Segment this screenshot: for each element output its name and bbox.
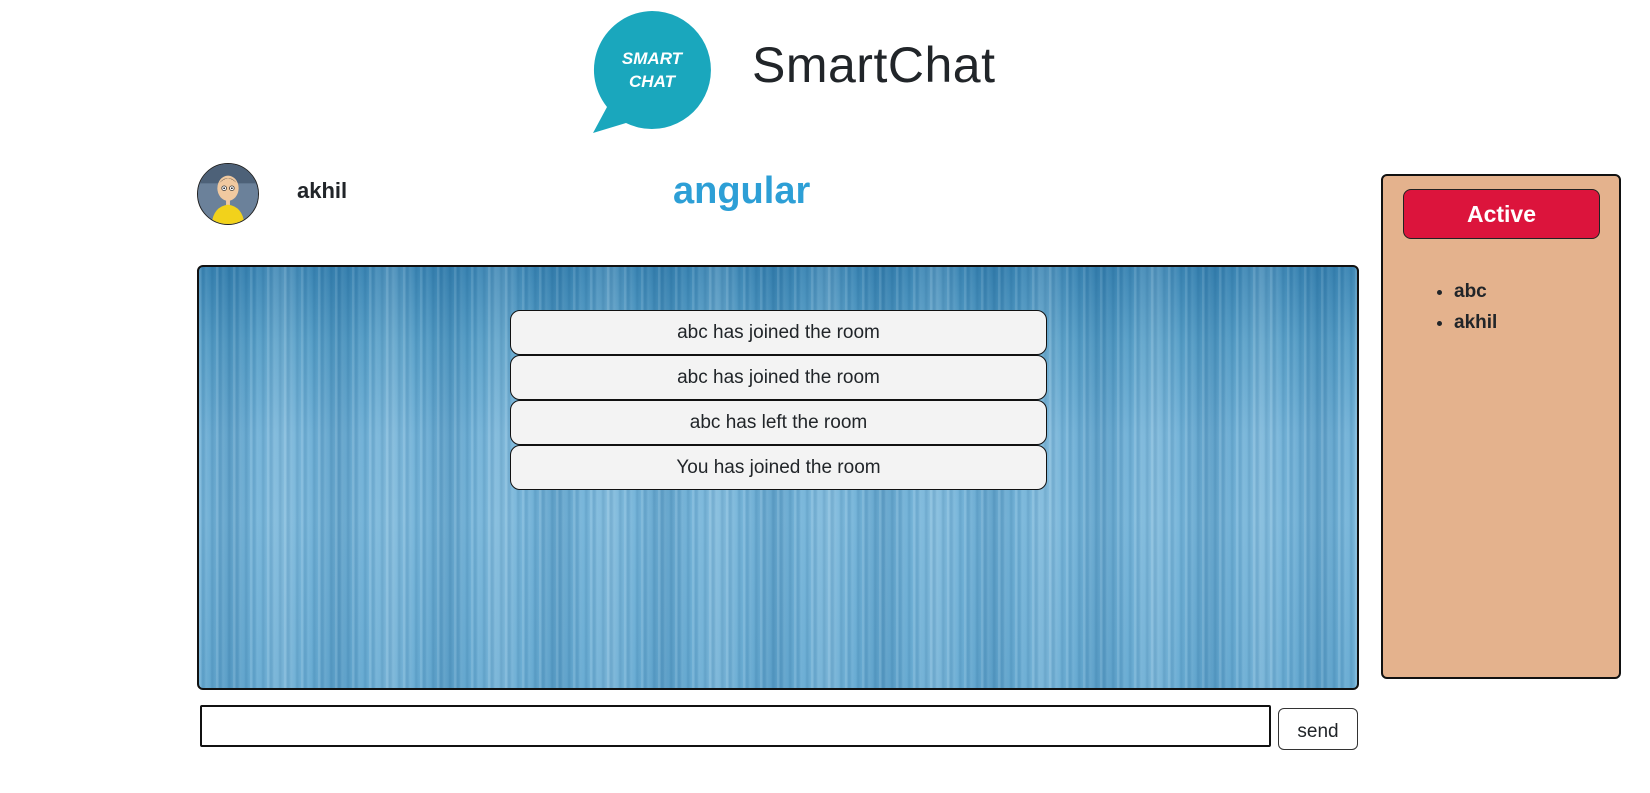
username: akhil <box>297 178 348 203</box>
logo-line-2: CHAT <box>629 72 677 91</box>
active-header: Active <box>1403 189 1600 239</box>
send-button[interactable]: send <box>1278 708 1358 750</box>
message-list: abc has joined the room abc has joined t… <box>510 310 1047 490</box>
chat-page: SMART CHAT SmartChat akhil angular abc h… <box>0 0 1650 793</box>
room-name: angular <box>673 170 811 212</box>
chat-messages-area[interactable]: abc has joined the room abc has joined t… <box>197 265 1359 690</box>
message-item: abc has joined the room <box>510 355 1047 400</box>
message-item: abc has joined the room <box>510 310 1047 355</box>
app-title: SmartChat <box>752 37 996 93</box>
active-user-item: akhil <box>1454 307 1497 338</box>
active-user-item: abc <box>1454 276 1497 307</box>
user-avatar-icon <box>197 163 259 225</box>
active-users-panel: Active abc akhil <box>1381 174 1621 679</box>
active-users-list: abc akhil <box>1411 276 1497 338</box>
logo-line-1: SMART <box>622 49 684 68</box>
message-item: You has joined the room <box>510 445 1047 490</box>
message-item: abc has left the room <box>510 400 1047 445</box>
message-input[interactable] <box>200 705 1271 747</box>
smartchat-logo-icon: SMART CHAT <box>589 7 715 133</box>
